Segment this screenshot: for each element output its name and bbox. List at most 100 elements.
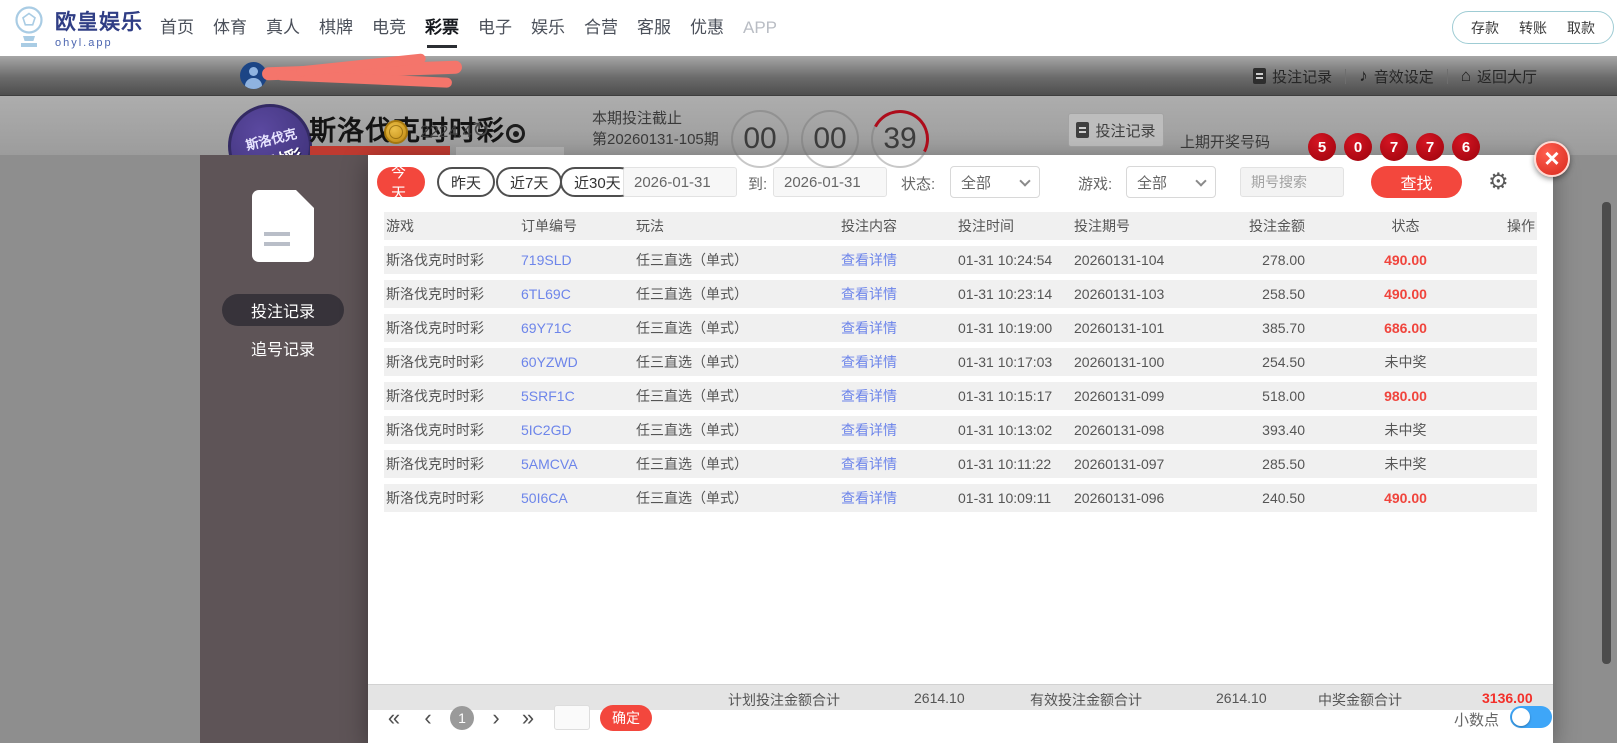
cell-period: 20260131-097 [1074,456,1165,472]
order-number-link[interactable]: 5AMCVA [521,456,578,472]
valid-total-value: 2614.10 [1216,690,1267,706]
status-select[interactable]: 全部 [950,166,1040,198]
view-details-link[interactable]: 查看详情 [841,422,897,438]
cell-play-type: 任三直选（单式） [636,320,748,336]
nav-item[interactable]: 真人 [266,0,300,56]
page-jump-confirm-button[interactable]: 确定 [600,705,652,731]
prev-page-button[interactable]: ‹ [420,705,436,731]
cell-amount: 393.40 [1262,422,1305,438]
view-details-link[interactable]: 查看详情 [841,456,897,472]
home-icon: ⌂ [1460,66,1471,85]
view-details-link[interactable]: 查看详情 [841,388,897,404]
brand-logo[interactable]: 欧皇娱乐 ohyl.app [10,5,143,49]
to-label: 到: [748,176,768,193]
filter-last7days-button[interactable]: 近7天 [496,167,563,197]
last-draw-label: 上期开奖号码 [1180,134,1271,151]
document-icon [1076,122,1090,138]
view-details-link[interactable]: 查看详情 [841,286,897,302]
close-modal-button[interactable]: × [1534,141,1570,177]
cell-period: 20260131-104 [1074,252,1165,268]
music-note-icon: ♪ [1359,66,1368,85]
status-badge: 490.00 [1384,252,1427,268]
sidebar-item-bet-records[interactable]: 投注记录 [222,294,344,326]
order-number-link[interactable]: 5SRF1C [521,388,575,404]
cell-bet-time: 01-31 10:17:03 [958,354,1053,370]
cell-play-type: 任三直选（单式） [636,252,748,268]
eye-toggle-icon[interactable] [506,124,525,143]
draw-number-ball: 0 [1344,133,1372,161]
first-page-button[interactable]: « [382,705,406,731]
back-to-lobby-link[interactable]: ⌂ 返回大厅 [1461,66,1537,87]
order-number-link[interactable]: 5IC2GD [521,422,572,438]
draw-number-ball: 5 [1308,133,1336,161]
cell-amount: 518.00 [1262,388,1305,404]
nav-item[interactable]: 棋牌 [319,0,353,56]
cell-period: 20260131-103 [1074,286,1165,302]
nav-item[interactable]: 体育 [213,0,247,56]
nav-item[interactable]: APP [743,0,777,56]
period-search-input[interactable] [1240,167,1344,197]
brand-name: 欧皇娱乐 [55,10,143,34]
nav-item[interactable]: 电竞 [372,0,406,56]
cell-amount: 258.50 [1262,286,1305,302]
wallet-pill: 存款 转账 取款 [1452,11,1614,44]
main-nav: 首页 体育 真人 棋牌 电竞 彩票 电子 娱乐 合营 客服 优惠 APP [160,0,777,56]
order-number-link[interactable]: 6TL69C [521,286,571,302]
sidebar-item-chase-records[interactable]: 追号记录 [222,332,344,364]
nav-item[interactable]: 合营 [584,0,618,56]
cell-game: 斯洛伐克时时彩 [386,320,484,336]
coin-icon [384,120,408,144]
date-to-input[interactable] [773,167,887,197]
records-document-icon [252,190,314,262]
filter-today-button[interactable]: 今天 [377,164,425,202]
wallet-button[interactable]: 转账 [1519,18,1547,38]
draw-number-ball: 6 [1452,133,1480,161]
nav-item[interactable]: 娱乐 [531,0,565,56]
sound-settings-link[interactable]: ♪ 音效设定 [1359,66,1434,87]
brand-domain: ohyl.app [55,36,113,49]
search-button[interactable]: 查找 [1371,166,1462,198]
status-badge: 490.00 [1384,490,1427,506]
filter-yesterday-button[interactable]: 昨天 [437,167,496,197]
decimal-toggle[interactable] [1510,706,1552,728]
cell-period: 20260131-099 [1074,388,1165,404]
document-icon [1253,68,1267,84]
table-row: 斯洛伐克时时彩 5AMCVA 任三直选（单式） 查看详情 01-31 10:11… [384,450,1537,478]
refresh-balance-icon[interactable]: ↻ [472,118,490,143]
view-details-link[interactable]: 查看详情 [841,354,897,370]
next-page-button[interactable]: › [488,705,504,731]
wallet-button[interactable]: 取款 [1567,18,1595,38]
cell-period: 20260131-098 [1074,422,1165,438]
nav-item[interactable]: 彩票 [425,0,459,56]
plan-total-value: 2614.10 [914,690,965,706]
nav-item[interactable]: 优惠 [690,0,724,56]
order-number-link[interactable]: 69Y71C [521,320,572,336]
records-table: 游戏 订单编号 玩法 投注内容 投注时间 投注期号 投注金额 状态 操作 斯洛伐… [384,212,1537,518]
order-number-link[interactable]: 50I6CA [521,490,568,506]
nav-item[interactable]: 客服 [637,0,671,56]
date-from-input[interactable] [623,167,737,197]
wallet-button[interactable]: 存款 [1471,18,1499,38]
scrollbar-thumb[interactable] [1602,202,1611,664]
order-number-link[interactable]: 60YZWD [521,354,578,370]
order-number-link[interactable]: 719SLD [521,252,572,268]
deadline-label: 本期投注截止 [592,110,683,127]
header-bet-records-button[interactable]: 投注记录 [1068,113,1164,147]
cell-game: 斯洛伐克时时彩 [386,252,484,268]
nav-item[interactable]: 首页 [160,0,194,56]
gear-icon[interactable]: ⚙ [1488,168,1509,195]
records-modal-sidebar: 投注记录 追号记录 [200,155,368,743]
last-page-button[interactable]: » [516,705,540,731]
user-bar: 2224.4 ↻ 投注记录 ♪ 音效设定 ⌂ 返回大厅 [0,56,1617,144]
cell-game: 斯洛伐克时时彩 [386,422,484,438]
view-details-link[interactable]: 查看详情 [841,320,897,336]
table-row: 斯洛伐克时时彩 719SLD 任三直选（单式） 查看详情 01-31 10:24… [384,246,1537,274]
divider [1345,68,1347,84]
page-jump-input[interactable] [554,705,590,730]
view-details-link[interactable]: 查看详情 [841,490,897,506]
view-details-link[interactable]: 查看详情 [841,252,897,268]
cell-amount: 278.00 [1262,252,1305,268]
nav-item[interactable]: 电子 [478,0,512,56]
bet-records-link[interactable]: 投注记录 [1253,66,1332,87]
game-select[interactable]: 全部 [1126,166,1216,198]
